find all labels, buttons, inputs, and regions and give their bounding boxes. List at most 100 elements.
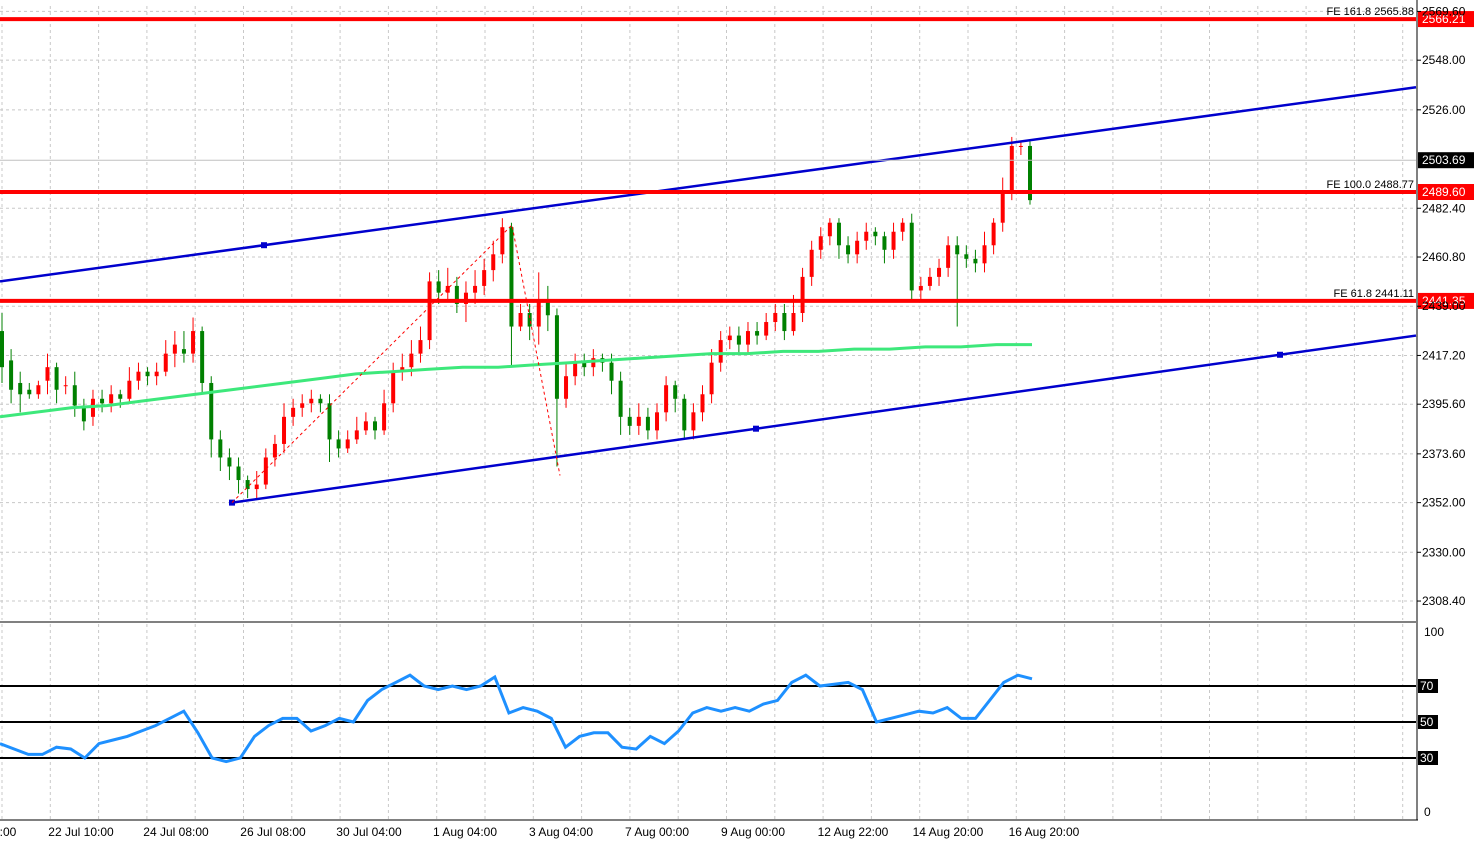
candle-body (927, 276, 932, 286)
candle-body (418, 340, 423, 354)
candle-body (1000, 191, 1005, 223)
x-tick-label: 26 Jul 08:00 (240, 825, 306, 839)
candle-body (272, 443, 277, 458)
candle-body (709, 362, 714, 395)
candle-body (682, 398, 687, 431)
price-tag-label: 2489.60 (1422, 185, 1466, 199)
candle-body (909, 222, 914, 291)
candle-body (327, 403, 332, 440)
candle-body (436, 281, 441, 293)
y-tick-label: 2460.80 (1422, 250, 1466, 264)
current-price-label: 2503.69 (1422, 153, 1466, 167)
candle-body (855, 240, 860, 255)
candle-body (846, 245, 851, 255)
oscillator-level-label: 30 (1420, 751, 1434, 765)
oscillator-chart (0, 673, 1416, 764)
candle-body (36, 385, 41, 395)
candle-body (127, 380, 132, 399)
candle-body (664, 385, 669, 413)
candle-body (336, 439, 341, 449)
candle-body (882, 236, 887, 250)
x-tick-label: 12 Aug 22:00 (818, 825, 889, 839)
candle-body (409, 353, 414, 368)
candle-body (509, 227, 514, 327)
candle-body (727, 335, 732, 341)
fe-level-label: FE 100.0 2488.77 (1327, 179, 1414, 191)
axes: 2566.212489.602441.352503.692569.602548.… (0, 0, 1474, 839)
oscillator-y-tick-label: 0 (1424, 805, 1431, 819)
candle-body (309, 398, 314, 404)
candle-body (345, 439, 350, 449)
y-tick-label: 2439.00 (1422, 299, 1466, 313)
candle-body (45, 367, 50, 381)
x-tick-label: 30 Jul 04:00 (336, 825, 402, 839)
fe-level-label: FE 161.8 2565.88 (1327, 6, 1414, 18)
x-tick-label: 14 Aug 20:00 (913, 825, 984, 839)
candle-body (873, 231, 878, 237)
candle-body (500, 227, 505, 255)
candle-body (827, 222, 832, 237)
y-tick-label: 2352.00 (1422, 496, 1466, 510)
y-tick-label: 2482.40 (1422, 201, 1466, 215)
candle-body (982, 245, 987, 264)
candle-body (9, 360, 14, 390)
candle-body (782, 313, 787, 332)
candle-body (191, 331, 196, 354)
candle-body (263, 457, 268, 485)
candle-body (300, 403, 305, 408)
candle-body (636, 416, 641, 426)
candle-body (973, 258, 978, 264)
candle-body (100, 398, 105, 404)
candle-body (755, 331, 760, 336)
x-tick-label: :00 (0, 825, 17, 839)
candle-body (582, 362, 587, 368)
x-tick-label: 24 Jul 08:00 (143, 825, 209, 839)
channel-anchor-marker (261, 242, 267, 249)
price-chart: FE 161.8 2565.88 FE 100.0 2488.77 FE 61.8 … (0, 6, 1417, 506)
candle-body (254, 484, 259, 490)
channel-anchor-marker (1277, 351, 1283, 358)
candle-body (964, 254, 969, 259)
candle-body (473, 285, 478, 293)
candle-body (181, 349, 186, 354)
candle-body (318, 398, 323, 404)
candle-body (136, 371, 141, 381)
candle-body (145, 371, 150, 377)
candle-body (245, 480, 250, 490)
candle-body (991, 222, 996, 246)
candle-body (427, 281, 432, 341)
y-tick-label: 2330.00 (1422, 545, 1466, 559)
candle-body (764, 322, 769, 336)
candle-body (745, 331, 750, 345)
candle-body (72, 385, 77, 406)
channel-upper-line (0, 86, 1417, 283)
candle-body (609, 362, 614, 381)
x-tick-label: 3 Aug 04:00 (529, 825, 593, 839)
chart-canvas: FE 161.8 2565.88 FE 100.0 2488.77 FE 61.8 … (0, 0, 1474, 839)
candle-body (655, 412, 660, 431)
y-tick-label: 2548.00 (1422, 53, 1466, 67)
candle-body (354, 430, 359, 440)
y-tick-label: 2373.60 (1422, 447, 1466, 461)
candle-body (691, 412, 696, 431)
y-tick-label: 2417.20 (1422, 348, 1466, 362)
candle-body (700, 394, 705, 413)
candle-body (773, 313, 778, 323)
x-tick-label: 7 Aug 00:00 (625, 825, 689, 839)
oscillator-level-label: 70 (1420, 679, 1434, 693)
candle-body (154, 371, 159, 377)
candle-body (573, 362, 578, 377)
candle-body (236, 466, 241, 481)
candle-body (118, 394, 123, 399)
y-tick-label: 2526.00 (1422, 103, 1466, 117)
candle-body (18, 382, 23, 395)
candle-body (955, 245, 960, 255)
y-tick-label: 2569.60 (1422, 4, 1466, 18)
candle-body (291, 407, 296, 417)
candle-body (109, 394, 114, 404)
x-tick-label: 22 Jul 10:00 (48, 825, 114, 839)
candle-body (836, 222, 841, 246)
candle-body (227, 457, 232, 467)
candle-body (172, 344, 177, 354)
candle-body (382, 403, 387, 431)
